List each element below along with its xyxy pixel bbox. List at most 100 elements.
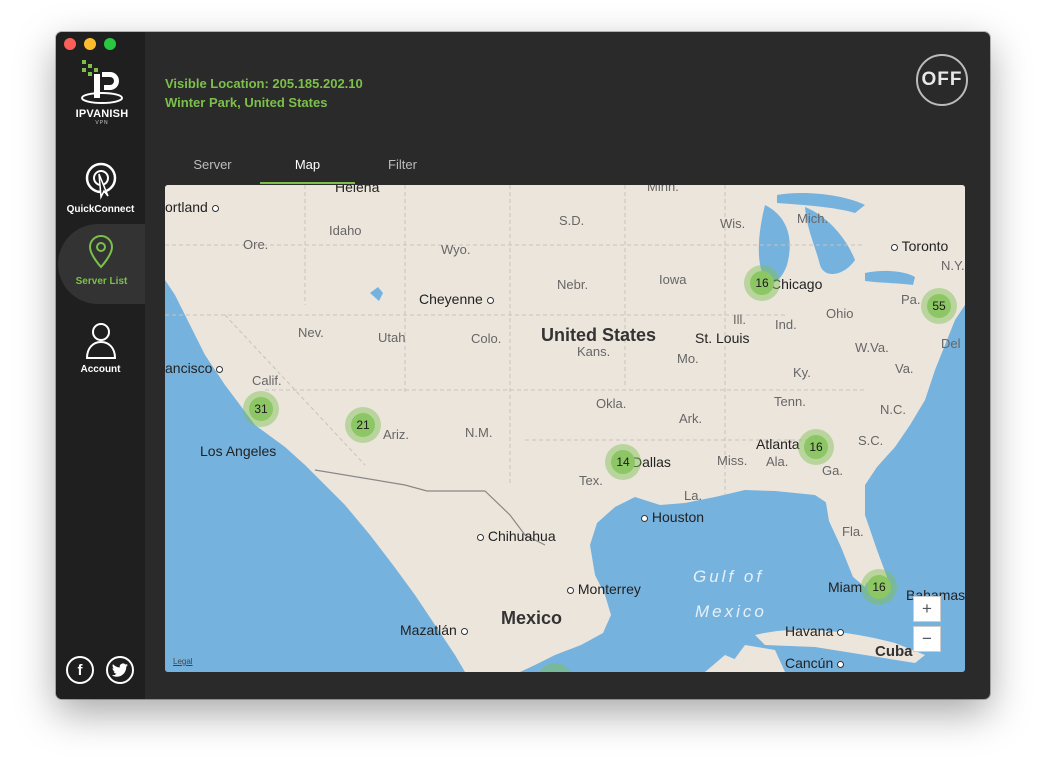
map-label-nm: N.M. [465,425,493,440]
logo-subtext: VPN [95,120,109,126]
map-label-mexico-gulf: Mexico [695,602,767,621]
map-label-cuba: Cuba [875,643,913,660]
location-pin-icon [88,234,114,269]
tab-server[interactable]: Server [165,154,260,182]
map-label-nev: Nev. [298,325,324,340]
legal-link[interactable]: Legal [173,657,193,666]
map-label-calif: Calif. [252,373,282,388]
map-label-ky: Ky. [793,365,811,380]
server-cluster-arizona[interactable]: 21 [345,407,381,443]
visible-location: Visible Location: 205.185.202.10 Winter … [165,74,363,112]
map-label-kans: Kans. [577,344,611,359]
server-cluster-miami[interactable]: 16 [861,569,897,605]
map-label-mexico: Mexico [501,608,563,628]
server-cluster-chicago[interactable]: 16 [744,265,780,301]
map-label-ill: Ill. [733,312,746,327]
quickconnect-icon [85,162,117,200]
map-label-va: Va. [895,361,914,376]
window-controls [64,38,116,50]
map-label-sc: S.C. [858,433,884,448]
sidebar-item-label: QuickConnect [66,204,135,215]
cluster-count: 16 [750,271,774,295]
account-icon [85,323,117,359]
map-label-sd: S.D. [559,213,585,228]
map-label-united-states: United States [541,325,657,345]
map-label-wyo: Wyo. [441,242,471,257]
close-window-button[interactable] [64,38,76,50]
server-map[interactable]: Helena Minn. ortland Idaho S.D. Wis. Mic… [165,185,965,672]
map-label-atlanta: Atlanta [756,436,800,452]
sidebar-item-account[interactable]: Account [56,312,145,392]
map-label-ga: Ga. [822,463,843,478]
map-label-iowa: Iowa [659,272,687,287]
map-label-ohio: Ohio [826,306,854,321]
map-label-la: La. [684,488,703,503]
map-label-portland: ortland [165,199,219,215]
sidebar-item-server-list[interactable]: Server List [58,224,145,304]
map-label-houston: Houston [641,509,704,525]
map-label-mazatlan: Mazatlán [400,622,468,638]
map-label-tenn: Tenn. [774,394,806,409]
map-land [165,185,965,672]
map-label-cheyenne: Cheyenne [419,291,494,307]
map-label-pa: Pa. [901,292,921,307]
map-label-ny: N.Y. [941,258,965,273]
map-label-los-angeles: Los Angeles [200,443,277,459]
cluster-count: 16 [867,575,891,599]
zoom-out-button[interactable]: − [913,626,941,652]
map-label-fla: Fla. [842,524,864,539]
twitter-icon [112,663,128,677]
map-label-chihuahua: Chihuahua [477,528,556,544]
map-label-idaho: Idaho [329,223,362,238]
map-label-wis: Wis. [720,216,746,231]
facebook-button[interactable]: f [66,656,94,684]
map-label-mich: Mich. [797,211,829,226]
tab-map[interactable]: Map [260,154,355,184]
map-label-san-francisco: ancisco [165,360,224,376]
map-label-miami: Miam [828,579,863,595]
map-label-del: Del [941,336,961,351]
sidebar-item-label: Account [80,364,121,375]
map-label-helena: Helena [335,185,380,195]
visible-city-text: Winter Park, United States [165,95,328,110]
map-label-ind: Ind. [775,317,797,332]
cluster-count: 31 [249,397,273,421]
app-window: IPVANISH VPN QuickConnect Server List Ac… [56,32,990,699]
sidebar-item-quickconnect[interactable]: QuickConnect [56,152,145,232]
map-label-tex: Tex. [579,473,603,488]
map-label-miss: Miss. [717,453,748,468]
map-label-ala: Ala. [766,454,789,469]
map-label-havana: Havana [785,623,845,639]
map-label-nebr: Nebr. [557,277,589,292]
facebook-icon: f [77,661,83,679]
server-cluster-california[interactable]: 31 [243,391,279,427]
map-label-ore: Ore. [243,237,269,252]
ipvanish-logo: IPVANISH VPN [72,58,132,126]
server-cluster-dallas[interactable]: 14 [605,444,641,480]
map-label-utah: Utah [378,330,406,345]
zoom-in-button[interactable]: + [913,596,941,622]
map-label-ariz: Ariz. [383,427,409,442]
cluster-count: 14 [611,450,635,474]
minimize-window-button[interactable] [84,38,96,50]
vpn-toggle-button[interactable]: OFF [916,54,968,106]
maximize-window-button[interactable] [104,38,116,50]
map-label-colo: Colo. [471,331,502,346]
sidebar: IPVANISH VPN QuickConnect Server List Ac… [56,32,145,699]
cluster-count: 21 [351,413,375,437]
map-label-monterrey: Monterrey [567,581,641,597]
map-label-mo: Mo. [677,351,699,366]
server-cluster-atlanta[interactable]: 16 [798,429,834,465]
map-label-wva: W.Va. [855,340,889,355]
tab-filter[interactable]: Filter [355,154,450,182]
map-label-st-louis: St. Louis [695,330,750,346]
cluster-count: 16 [804,435,828,459]
sidebar-item-label: Server List [75,276,128,287]
logo-icon [81,60,123,104]
map-label-okla: Okla. [596,396,627,411]
map-label-ark: Ark. [679,411,703,426]
twitter-button[interactable] [106,656,134,684]
server-cluster-east-coast[interactable]: 55 [921,288,957,324]
map-label-minn: Minn. [647,185,679,194]
cluster-count: 55 [927,294,951,318]
